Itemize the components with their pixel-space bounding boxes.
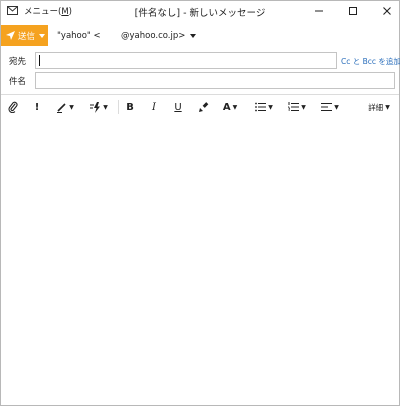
maximize-icon [349,6,357,15]
subject-field[interactable] [35,72,395,89]
brush-icon [198,101,208,112]
chevron-down-icon: ▼ [232,103,238,111]
to-row: 宛先 Cc と Bcc を追加 [1,52,400,70]
toolbar-divider [1,94,399,95]
bullet-list-icon [255,102,267,112]
numbered-list-button[interactable]: ▼ [285,97,309,117]
align-icon [321,103,333,111]
compose-window: メニュー(M) [件名なし] - 新しいメッセージ 送信 "yahoo" < @… [0,0,400,406]
details-label: 詳細 [368,102,384,112]
chevron-down-icon: ▼ [69,103,74,111]
attach-button[interactable] [5,97,21,117]
from-account-name[interactable]: "yahoo" < [57,31,101,41]
minimize-icon [315,10,323,11]
from-account-domain: @yahoo.co.jp> [121,31,186,41]
chevron-down-icon: ▼ [385,103,390,111]
bullet-list-button[interactable]: ▼ [252,97,276,117]
toolbar-separator [118,100,119,114]
subject-label: 件名 [9,77,27,87]
details-button[interactable]: 詳細 ▼ [365,97,393,117]
title-bar: メニュー(M) [件名なし] - 新しいメッセージ [1,1,399,21]
text-cursor [39,55,40,66]
maximize-button[interactable] [339,2,367,19]
to-field[interactable] [35,52,337,69]
font-color-label: A [222,101,231,113]
quick-action-button[interactable]: ▼ [87,97,111,117]
send-icon [6,31,15,40]
align-button[interactable]: ▼ [318,97,342,117]
style-button[interactable]: ▼ [53,97,77,117]
underline-button[interactable]: U [171,97,185,117]
font-color-button[interactable]: A ▼ [219,97,241,117]
lightning-icon [90,101,101,113]
from-account-selector[interactable]: @yahoo.co.jp> [121,31,197,41]
send-row: 送信 "yahoo" < @yahoo.co.jp> [1,25,399,47]
close-icon [383,6,391,15]
minimize-button[interactable] [305,2,333,19]
priority-button[interactable]: ! [30,97,44,117]
to-label: 宛先 [9,57,27,67]
subject-row: 件名 [1,72,399,90]
chevron-down-icon: ▼ [268,103,273,111]
numbered-list-icon [288,102,300,111]
chevron-down-icon [39,33,46,38]
pen-icon [57,102,66,113]
chevron-down-icon: ▼ [301,103,306,111]
paperclip-icon [8,101,18,113]
italic-button[interactable]: I [147,97,161,117]
chevron-down-icon: ▼ [103,103,108,111]
bold-button[interactable]: B [123,97,137,117]
send-button-label: 送信 [18,30,36,41]
close-button[interactable] [373,2,400,19]
format-painter-button[interactable] [195,97,211,117]
add-cc-bcc-link[interactable]: Cc と Bcc を追加 [341,56,400,67]
message-body[interactable] [1,119,399,405]
chevron-down-icon: ▼ [334,103,339,111]
format-toolbar: ! ▼ ▼ B I U A ▼ ▼ ▼ ▼ 詳細 ▼ [1,97,399,117]
send-button[interactable]: 送信 [1,25,48,46]
chevron-down-icon [190,34,197,38]
